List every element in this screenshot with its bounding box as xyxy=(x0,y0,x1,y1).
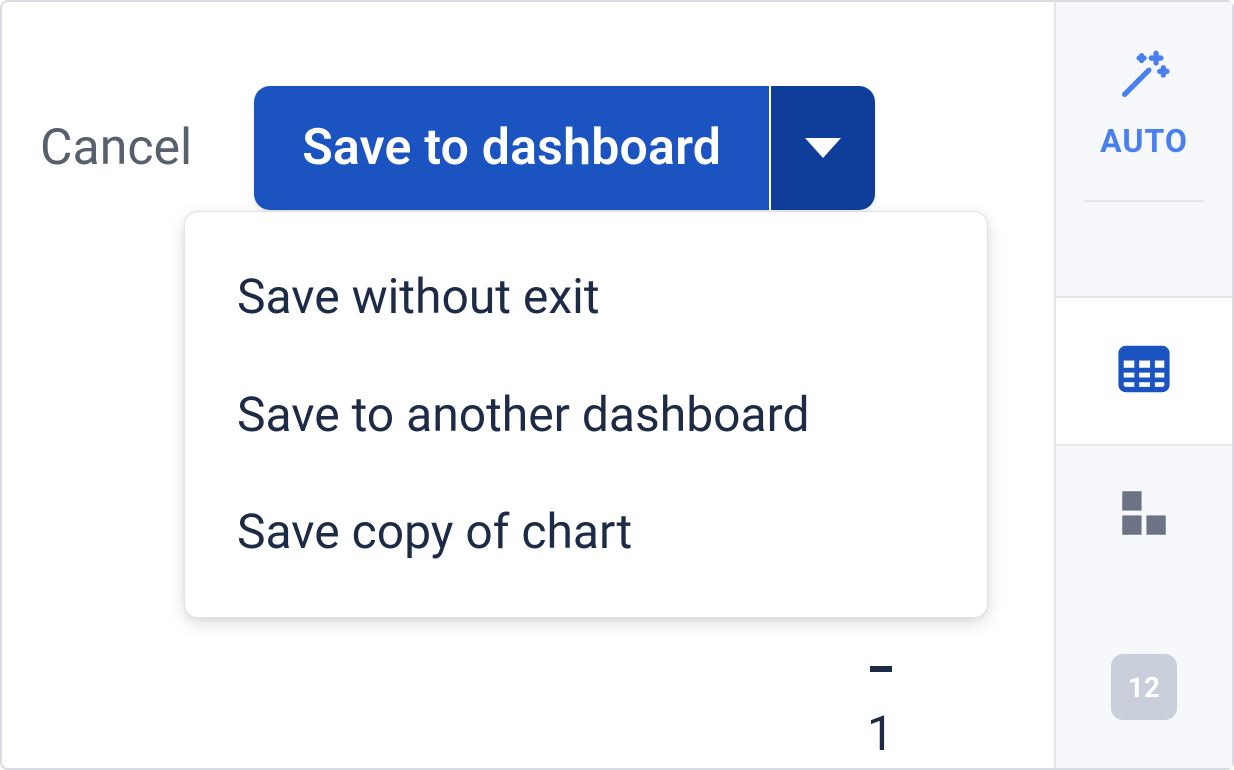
table-icon xyxy=(1115,340,1173,402)
save-to-dashboard-button[interactable]: Save to dashboard xyxy=(254,86,769,210)
background-partial-number: 1 xyxy=(867,705,894,762)
right-rail: AUTO 12 xyxy=(1054,2,1232,768)
menu-item-save-without-exit[interactable]: Save without exit xyxy=(185,238,987,356)
magic-wand-icon xyxy=(1115,46,1173,108)
caret-down-icon xyxy=(805,138,841,158)
number-view-button[interactable]: 12 xyxy=(1111,654,1177,720)
save-dropdown-toggle[interactable] xyxy=(771,86,875,210)
pivot-view-button[interactable] xyxy=(1115,484,1173,546)
auto-format-button[interactable]: AUTO xyxy=(1100,46,1188,200)
rail-top-section: AUTO xyxy=(1056,2,1232,202)
cancel-button[interactable]: Cancel xyxy=(40,121,192,176)
table-view-button[interactable] xyxy=(1056,296,1232,446)
menu-item-save-copy-of-chart[interactable]: Save copy of chart xyxy=(185,473,987,591)
rail-divider xyxy=(1084,200,1204,202)
save-split-button: Save to dashboard xyxy=(254,86,875,210)
background-mark xyxy=(870,666,892,672)
toolbar: Cancel Save to dashboard xyxy=(40,86,875,210)
menu-item-save-to-another-dashboard[interactable]: Save to another dashboard xyxy=(185,356,987,474)
save-dropdown-menu: Save without exit Save to another dashbo… xyxy=(184,211,988,618)
main-content-area: Cancel Save to dashboard 1 Save without … xyxy=(2,2,1054,768)
rail-bottom-section: 12 xyxy=(1056,446,1232,768)
number-tile-label: 12 xyxy=(1128,671,1160,704)
auto-label: AUTO xyxy=(1100,122,1188,160)
